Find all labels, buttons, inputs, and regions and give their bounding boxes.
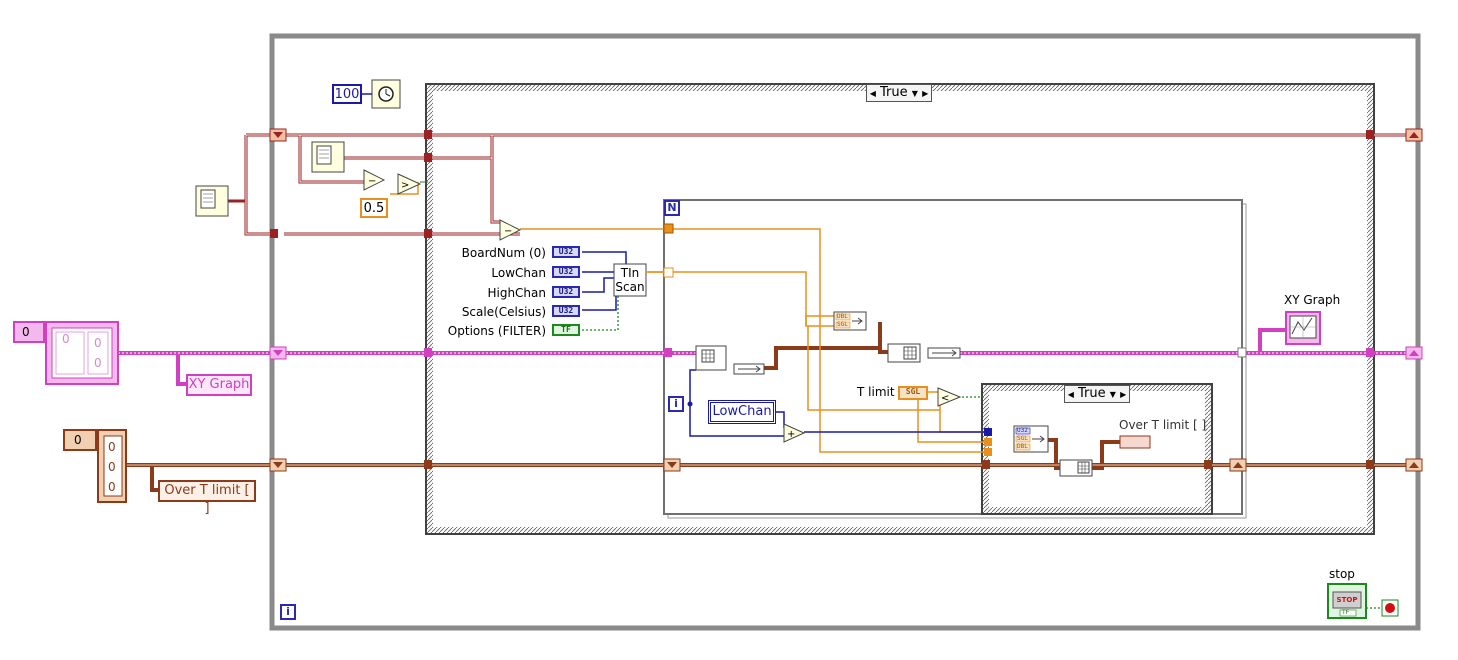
bundle-dbl-tag: DBL [837, 313, 848, 320]
selector-dropdown-icon[interactable]: ▼ [1110, 390, 1116, 399]
wait-ms-constant[interactable]: 100 [332, 84, 362, 104]
shift-register-left-pink [269, 346, 287, 360]
stop-button-text[interactable]: STOP [1333, 596, 1361, 604]
t-limit-label: T limit [857, 385, 895, 399]
shift-register-left-top [269, 128, 287, 142]
for-loop-shift-right [1229, 458, 1247, 472]
block-diagram-wires: − > − < + [13, 33, 1423, 631]
over-t-limit-inner-label: Over T limit [ ] [1119, 418, 1207, 432]
pink-element-2[interactable]: 0 [94, 356, 102, 370]
selector-dropdown-icon[interactable]: ▼ [912, 89, 918, 98]
t-limit-terminal[interactable]: SGL [898, 386, 928, 400]
stop-tf-tag: TF [1342, 609, 1350, 616]
xy-graph-indicator-icon [1285, 311, 1321, 345]
selector-next-arrow[interactable]: ▶ [922, 89, 928, 98]
lowchan-constant[interactable]: U32 [552, 266, 580, 278]
pink-cluster-index[interactable]: 0 [62, 332, 70, 346]
inner-dbl-tag: DBL [1017, 443, 1028, 450]
brown-element-3[interactable]: 0 [108, 480, 116, 494]
xy-graph-local-variable[interactable]: XY Graph [186, 374, 252, 396]
brown-array-index[interactable]: 0 [74, 433, 82, 447]
loop-condition-icon [1381, 599, 1399, 617]
svg-text:−: − [368, 176, 376, 187]
build-array-icon-inner [1059, 459, 1093, 477]
scale-constant[interactable]: U32 [552, 305, 580, 317]
svg-text:<: < [941, 393, 949, 404]
boardnum-constant[interactable]: U32 [552, 246, 580, 258]
brown-element-2[interactable]: 0 [108, 460, 116, 474]
shift-register-right-pink [1405, 346, 1423, 360]
svg-text:+: + [787, 429, 795, 440]
pink-array-index[interactable]: 0 [22, 325, 30, 339]
selector-next-arrow[interactable]: ▶ [1120, 390, 1126, 399]
build-array-icon-1 [695, 345, 727, 371]
tin-input-label-boardnum: BoardNum (0) [461, 246, 546, 260]
svg-text:−: − [504, 226, 512, 237]
selector-prev-arrow[interactable]: ◀ [1068, 390, 1074, 399]
bundle-icon-2 [927, 347, 961, 359]
selector-value: True [1078, 386, 1106, 401]
highchan-constant[interactable]: U32 [552, 286, 580, 298]
over-t-limit-local-variable[interactable]: Over T limit [ ] [158, 480, 256, 516]
tick-count-icon-left [195, 185, 229, 217]
selector-value: True [880, 85, 908, 100]
lowchan-local-control[interactable]: LowChan [708, 400, 776, 424]
brown-element-1[interactable]: 0 [108, 440, 116, 454]
tin-scan-title-line1: TIn [620, 266, 640, 280]
inner-u32-tag: U32 [1017, 427, 1028, 434]
for-loop-shift-left [663, 458, 681, 472]
tin-scan-title-line2: Scan [615, 280, 645, 294]
over-t-limit-local-inner [1119, 435, 1151, 449]
while-loop-iteration-terminal: i [280, 604, 296, 620]
tin-input-label-options: Options (FILTER) [447, 324, 546, 338]
tin-input-label-scale: Scale(Celsius) [461, 305, 546, 319]
wait-ms-icon [371, 79, 401, 109]
bundle-sgl-tag: SGL [837, 321, 848, 328]
options-constant[interactable]: TF [552, 324, 580, 336]
tin-input-label-highchan: HighChan [487, 286, 546, 300]
shift-register-right-brown [1405, 458, 1423, 472]
xy-graph-indicator-label: XY Graph [1284, 293, 1341, 307]
pink-element-1[interactable]: 0 [94, 336, 102, 350]
shift-register-right-top [1405, 128, 1423, 142]
selector-prev-arrow[interactable]: ◀ [870, 89, 876, 98]
tin-input-label-lowchan: LowChan [491, 266, 546, 280]
outer-case-selector[interactable]: ◀ True ▼ ▶ [866, 84, 932, 102]
inner-case-selector[interactable]: ◀ True ▼ ▶ [1064, 385, 1130, 403]
svg-text:>: > [401, 180, 409, 191]
threshold-constant[interactable]: 0.5 [360, 198, 388, 218]
inner-sgl-tag-1: SGL [1017, 435, 1028, 442]
build-array-icon-2 [887, 343, 921, 363]
stop-label: stop [1329, 567, 1355, 581]
pink-array-constant [45, 321, 119, 385]
for-loop-count-terminal[interactable]: N [664, 200, 680, 216]
bundle-icon-1 [733, 363, 765, 375]
for-loop-iteration-terminal: i [668, 396, 684, 412]
shift-register-left-brown [269, 458, 287, 472]
tick-count-icon-top [311, 141, 345, 173]
